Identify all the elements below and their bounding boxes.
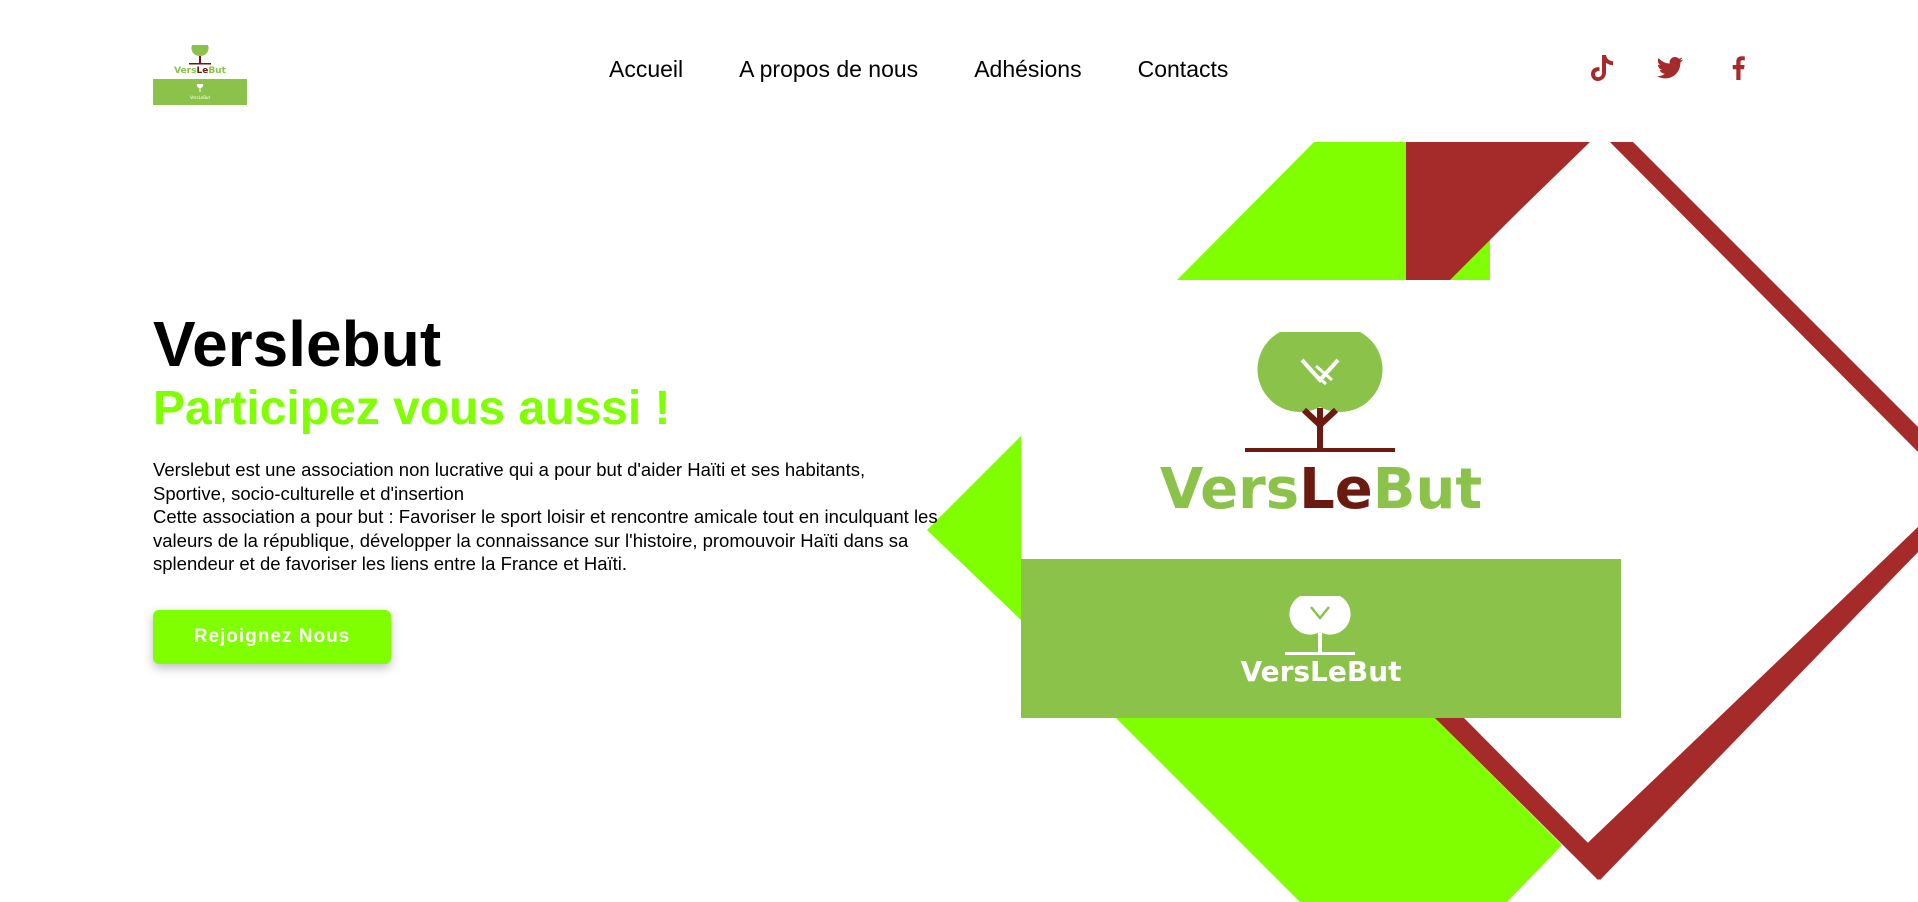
social-links [1588, 54, 1752, 82]
green-diamond-shape [1177, 142, 1490, 280]
nav-link-contacts[interactable]: Contacts [1138, 56, 1229, 83]
site-logo-image: VersLeBut VersLeBut [153, 45, 247, 105]
tiktok-icon[interactable] [1588, 54, 1616, 82]
svg-text:VersLeBut: VersLeBut [190, 95, 211, 100]
logo-large-text: VersLeBut [1160, 457, 1482, 522]
nav-link-a-propos[interactable]: A propos de nous [739, 56, 918, 83]
hero-description-line-2: Cette association a pour but : Favoriser… [153, 506, 938, 574]
hero-subtitle: Participez vous aussi ! [153, 382, 671, 435]
hero-description: Verslebut est une association non lucrat… [153, 458, 943, 576]
facebook-icon[interactable] [1724, 54, 1752, 82]
logo-panel [1021, 280, 1621, 559]
red-diamond-outline [1406, 142, 1918, 880]
hero-description-line-1: Verslebut est une association non lucrat… [153, 459, 866, 504]
nav-link-accueil[interactable]: Accueil [609, 56, 683, 83]
page: VersLeBut VersLeBut VersLeBut VersLeBut … [0, 0, 1918, 902]
hero-graphic: VersLeBut VersLeBut [927, 142, 1918, 902]
green-diamond-shape-bottom [1116, 718, 1562, 902]
site-logo[interactable]: VersLeBut VersLeBut [153, 41, 247, 105]
logo-banner-text: VersLeBut [1240, 655, 1401, 688]
verslebut-logo-banner-emblem [1285, 596, 1355, 655]
verslebut-logo-large [1245, 330, 1395, 452]
logo-banner [1021, 559, 1621, 718]
nav-link-adhesions[interactable]: Adhésions [974, 56, 1081, 83]
main-nav: Accueil A propos de nous Adhésions Conta… [609, 56, 1228, 83]
join-button[interactable]: Rejoignez Nous [153, 610, 391, 664]
svg-text:VersLeBut: VersLeBut [174, 66, 226, 76]
twitter-icon[interactable] [1656, 54, 1684, 82]
hero-title: Verslebut [153, 308, 442, 380]
